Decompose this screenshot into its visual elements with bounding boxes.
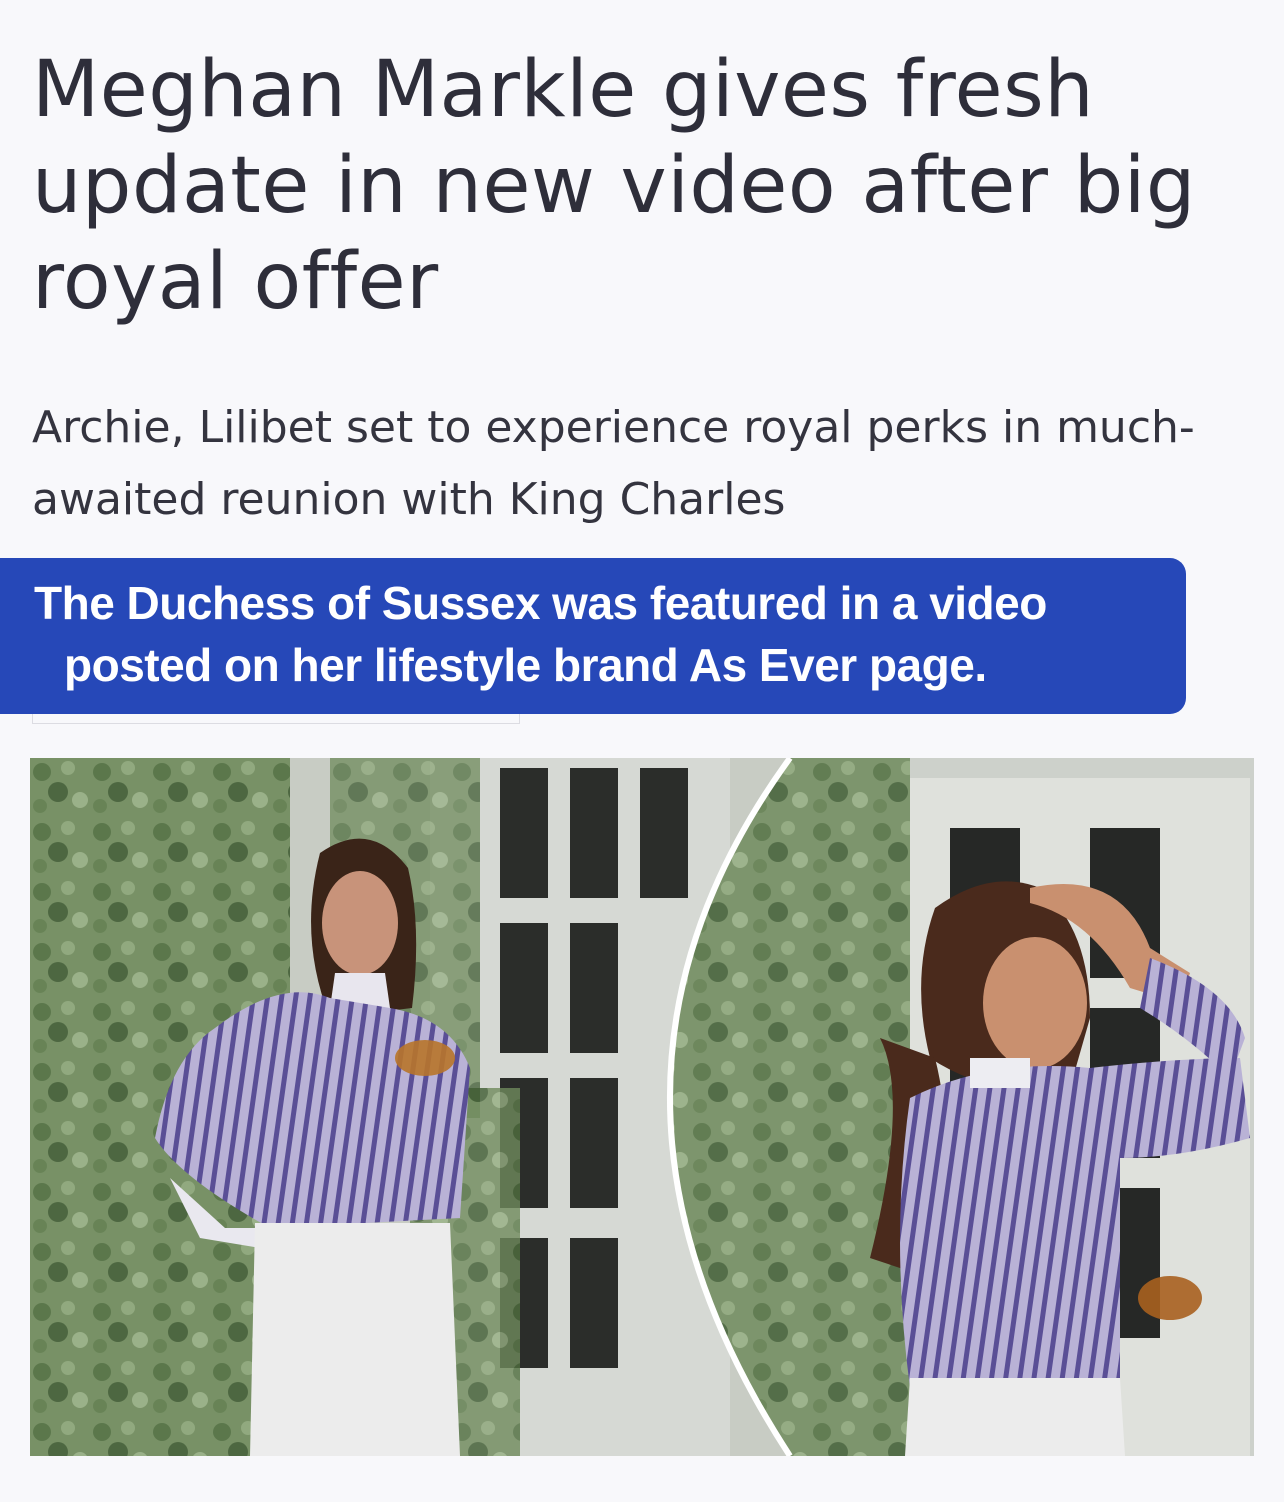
article-headline: Meghan Markle gives fresh update in new … — [32, 45, 1196, 327]
image-caption-banner: The Duchess of Sussex was featured in a … — [0, 558, 1186, 714]
article-hero-image[interactable] — [30, 758, 1254, 1456]
article-standfirst: Archie, Lilibet set to experience royal … — [32, 402, 1195, 525]
hero-image-illustration — [30, 758, 1254, 1456]
caption-line-1: The Duchess of Sussex was featured in a … — [34, 577, 1047, 629]
caption-line-2: posted on her lifestyle brand As Ever pa… — [64, 639, 987, 691]
article-page: Meghan Markle gives fresh update in new … — [0, 0, 1284, 1502]
